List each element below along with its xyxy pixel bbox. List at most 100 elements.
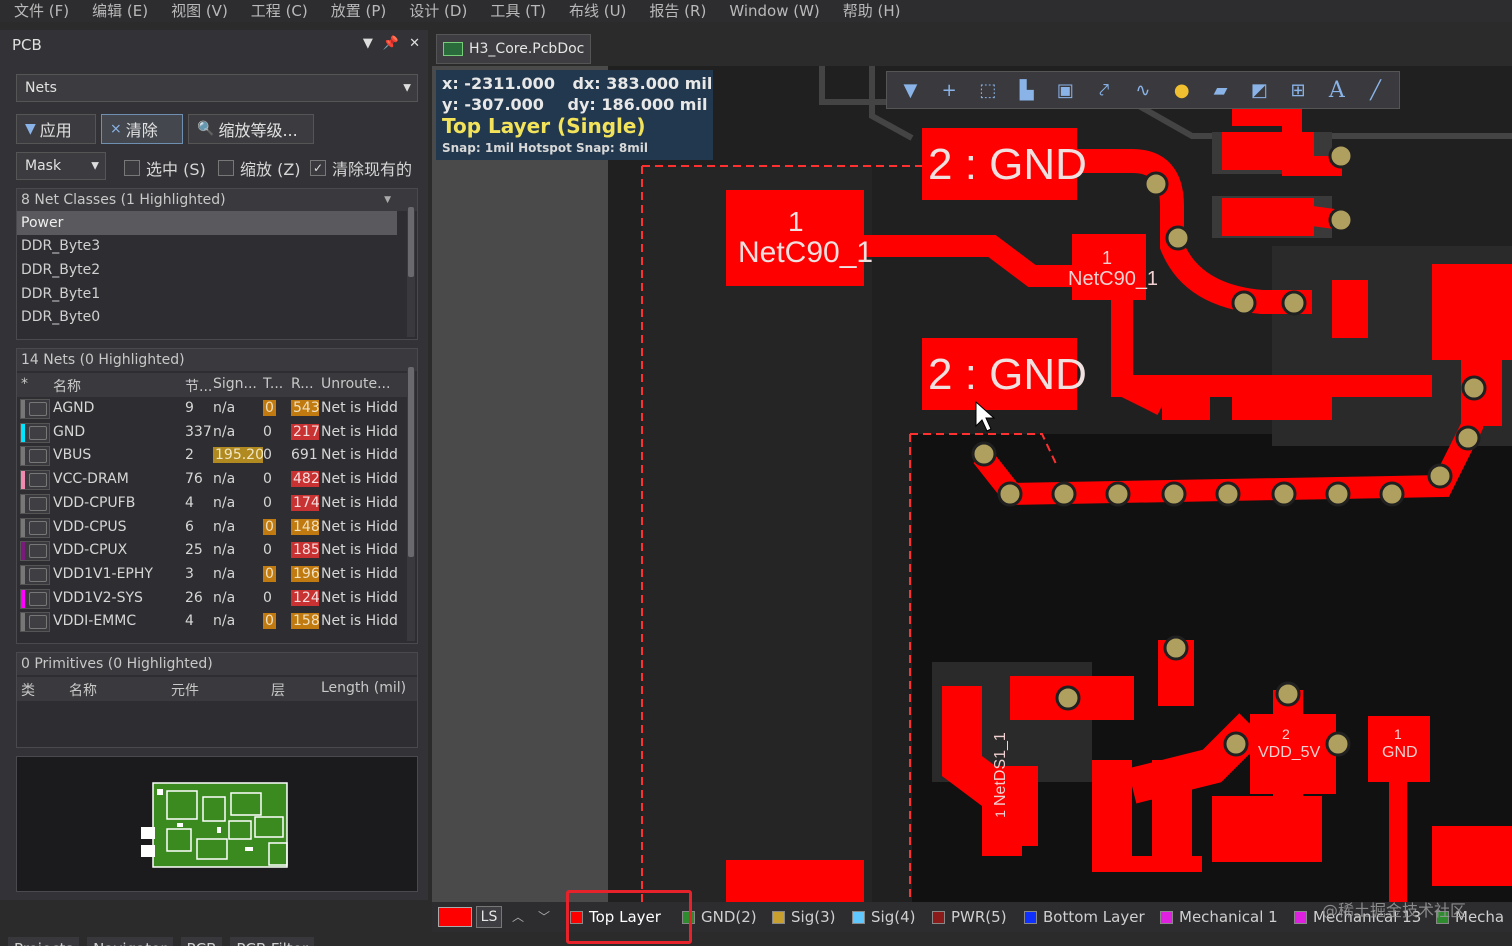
column-header[interactable]: 层 — [271, 680, 285, 700]
column-header[interactable]: 类 — [21, 680, 35, 700]
layer-color-swatch — [1160, 910, 1173, 924]
menu-item[interactable]: 工程 (C) — [251, 2, 308, 20]
select-checkbox[interactable]: 选中 (S) — [124, 156, 206, 180]
table-row[interactable]: VDD1V1-EPHY 3 n/a 0 196 Net is Hidd — [17, 563, 407, 587]
menu-item[interactable]: 编辑 (E) — [92, 2, 148, 20]
filter-icon[interactable]: ▼ — [897, 77, 923, 103]
mask-dropdown[interactable]: Mask ▼ — [16, 152, 106, 180]
menu-item[interactable]: 放置 (P) — [331, 2, 387, 20]
nets-scrollbar[interactable] — [407, 353, 415, 641]
layer-tab[interactable]: Bottom Layer — [1024, 908, 1145, 926]
net-class-item[interactable]: DDR_Byte2 — [17, 258, 397, 282]
menu-item[interactable]: 工具 (T) — [490, 2, 546, 20]
checkbox-checked[interactable]: ✓ — [310, 160, 326, 176]
checkbox-box[interactable] — [124, 160, 140, 176]
column-header[interactable]: * — [21, 376, 28, 392]
table-row[interactable]: VDD-CPUFB 4 n/a 0 174 Net is Hidd — [17, 492, 407, 516]
net-color-swatch[interactable] — [20, 493, 50, 514]
menu-item[interactable]: 视图 (V) — [171, 2, 228, 20]
document-tab[interactable]: H3_Core.PcbDoc — [436, 34, 591, 64]
keepout-icon[interactable]: ◩ — [1246, 77, 1272, 103]
menu-item[interactable]: 报告 (R) — [649, 2, 706, 20]
via-icon[interactable]: ● — [1169, 77, 1195, 103]
net-color-swatch[interactable] — [20, 422, 50, 443]
menu-item[interactable]: Window (W) — [729, 2, 819, 20]
net-color-swatch[interactable] — [20, 470, 50, 491]
table-row[interactable]: VDD-CPUS 6 n/a 0 148 Net is Hidd — [17, 516, 407, 540]
zoom-level-button[interactable]: 🔍 缩放等级... — [188, 114, 314, 144]
net-class-item[interactable]: DDR_Byte0 — [17, 305, 397, 329]
column-header[interactable]: Sign... — [213, 376, 257, 392]
table-row[interactable]: VDDI-EMMC 4 n/a 0 158 Net is Hidd — [17, 610, 407, 634]
column-header[interactable]: 节... — [185, 376, 212, 396]
table-row[interactable]: VDD1V2-SYS 26 n/a 0 124 Net is Hidd — [17, 587, 407, 611]
menu-item[interactable]: 布线 (U) — [569, 2, 626, 20]
layer-tab[interactable]: Sig(3) — [772, 908, 835, 926]
clear-button[interactable]: ⨯ 清除 — [101, 114, 183, 144]
net-color-swatch[interactable] — [20, 612, 50, 633]
column-header[interactable]: Length (mil) — [321, 680, 406, 696]
column-header[interactable]: Unroute... — [321, 376, 390, 392]
table-row[interactable]: VBUS 2 195.20 0 691 Net is Hidd — [17, 444, 407, 468]
layer-tab[interactable]: Mechanical 1 — [1160, 908, 1278, 926]
clear-existing-checkbox[interactable]: ✓ 清除现有的 — [310, 156, 412, 180]
board-minimap[interactable] — [16, 756, 418, 892]
table-row[interactable]: GND 337 n/a 0 217 Net is Hidd — [17, 421, 407, 445]
select-rect-icon[interactable]: ⬚ — [975, 77, 1001, 103]
diff-pair-icon[interactable]: ∿ — [1130, 77, 1156, 103]
layer-tab[interactable]: PWR(5) — [932, 908, 1007, 926]
net-class-item[interactable]: DDR_Byte1 — [17, 282, 397, 306]
current-layer-swatch[interactable] — [438, 907, 472, 927]
column-header[interactable]: 元件 — [171, 680, 199, 700]
net-color-swatch[interactable] — [20, 541, 50, 562]
dimension-icon[interactable]: ⊞ — [1285, 77, 1311, 103]
crosshair-icon[interactable]: + — [936, 77, 962, 103]
classes-scrollbar[interactable] — [407, 193, 415, 337]
layer-tab[interactable]: Sig(4) — [852, 908, 915, 926]
column-header[interactable]: R... — [291, 376, 314, 392]
close-icon[interactable]: ✕ — [409, 36, 420, 51]
net-color-swatch[interactable] — [20, 517, 50, 538]
route-icon[interactable]: ⤤ — [1091, 77, 1117, 103]
panel-tab[interactable]: PCB — [180, 937, 223, 946]
panel-tab[interactable]: PCB Filter — [230, 937, 315, 946]
text-icon[interactable]: A — [1324, 77, 1350, 103]
net-color-swatch[interactable] — [20, 446, 50, 467]
polygon-icon[interactable]: ▰ — [1208, 77, 1234, 103]
current-layer-label: Top Layer (Single) — [442, 114, 646, 138]
net-name: VCC-DRAM — [53, 471, 129, 488]
layer-tab[interactable]: GND(2) — [682, 908, 757, 926]
apply-button[interactable]: ▼ 应用 — [16, 114, 96, 144]
net-color-swatch[interactable] — [20, 399, 50, 419]
pcb-canvas[interactable]: 2 : GND 2 : GND 1 NetC90_1 1 NetC90_1 2 … — [432, 66, 1512, 902]
checkbox-box[interactable] — [218, 160, 234, 176]
component-icon[interactable]: ▣ — [1052, 77, 1078, 103]
menu-item[interactable]: 帮助 (H) — [843, 2, 901, 20]
line-icon[interactable]: ╱ — [1363, 77, 1389, 103]
chevron-up-icon[interactable]: ︿ — [512, 908, 524, 925]
net-class-item[interactable]: DDR_Byte3 — [17, 235, 397, 259]
zoom-checkbox[interactable]: 缩放 (Z) — [218, 156, 301, 180]
menu-item[interactable]: 文件 (F) — [14, 2, 69, 20]
panel-menu-icon[interactable]: ▼ — [363, 36, 373, 51]
table-row[interactable]: VCC-DRAM 76 n/a 0 482 Net is Hidd — [17, 468, 407, 492]
menu-item[interactable]: 设计 (D) — [409, 2, 467, 20]
chevron-down-icon[interactable]: ▼ — [384, 195, 391, 205]
table-row[interactable]: AGND 9 n/a 0 543 Net is Hidd — [17, 397, 407, 421]
net-nodes: 4 — [185, 613, 194, 630]
table-row[interactable]: VDD-CPUX 25 n/a 0 185 Net is Hidd — [17, 539, 407, 563]
chevron-down-icon[interactable]: ﹀ — [538, 908, 550, 925]
panel-tab[interactable]: Projects — [8, 937, 80, 946]
nets-column-headers: * 名称 节... Sign... T... R... Unroute... — [17, 373, 407, 397]
net-color-swatch[interactable] — [20, 588, 50, 609]
net-color-swatch[interactable] — [20, 564, 50, 585]
layer-set-button[interactable]: LS — [476, 906, 502, 928]
panel-tab[interactable]: Navigator — [87, 937, 173, 946]
mode-dropdown[interactable]: Nets ▼ — [16, 74, 418, 102]
net-class-item[interactable]: Power — [17, 211, 397, 235]
pin-icon[interactable]: 📌 — [383, 36, 399, 51]
column-header[interactable]: T... — [263, 376, 283, 392]
column-header[interactable]: 名称 — [69, 680, 97, 700]
align-icon[interactable]: ▙ — [1014, 77, 1040, 103]
column-header[interactable]: 名称 — [53, 376, 81, 396]
